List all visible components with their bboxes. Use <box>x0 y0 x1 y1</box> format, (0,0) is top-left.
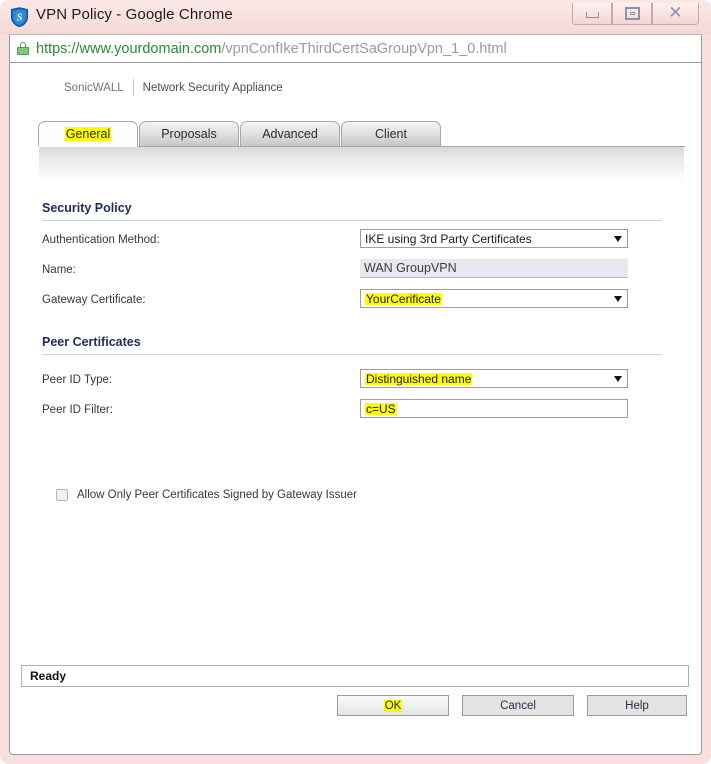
ok-button-label: OK <box>383 699 403 712</box>
peer-id-filter-value: c=US <box>365 401 397 416</box>
name-readonly-field: WAN GroupVPN <box>360 259 628 278</box>
help-button[interactable]: Help <box>587 695 687 716</box>
section-header-peer-certificates: Peer Certificates <box>42 335 662 355</box>
help-button-label: Help <box>625 699 649 712</box>
tab-strip: General Proposals Advanced Client <box>38 121 458 147</box>
label-peer-id-filter: Peer ID Filter: <box>42 404 113 416</box>
close-icon: ✕ <box>668 3 683 23</box>
peer-id-type-select[interactable]: Distinguished name <box>360 369 628 388</box>
page-content: SonicWALL Network Security Appliance Gen… <box>9 63 702 755</box>
label-gateway-certificate: Gateway Certificate: <box>42 294 146 306</box>
maximize-icon <box>624 7 640 20</box>
chevron-down-icon <box>614 235 622 242</box>
address-bar[interactable]: https://www.yourdomain.com/vpnConfIkeThi… <box>9 34 702 63</box>
ok-button[interactable]: OK <box>337 695 449 716</box>
address-bar-text: https://www.yourdomain.com/vpnConfIkeThi… <box>36 41 507 57</box>
peer-id-filter-input[interactable]: c=US <box>360 399 628 418</box>
title-bar: S VPN Policy - Google Chrome ✕ <box>0 0 711 34</box>
brand-divider <box>132 79 134 96</box>
label-name: Name: <box>42 264 76 276</box>
tab-advanced-label: Advanced <box>262 127 318 141</box>
peer-id-type-value: Distinguished name <box>365 371 473 386</box>
cancel-button-label: Cancel <box>500 699 536 712</box>
label-peer-id-type: Peer ID Type: <box>42 374 113 386</box>
allow-only-signed-checkbox[interactable] <box>56 489 68 501</box>
allow-only-signed-label: Allow Only Peer Certificates Signed by G… <box>77 489 357 501</box>
tab-general-label: General <box>64 127 112 141</box>
field-name: WAN GroupVPN <box>360 259 628 278</box>
minimize-icon <box>585 11 599 18</box>
minimize-button[interactable] <box>572 3 612 25</box>
sonicwall-shield-icon: S <box>10 7 29 28</box>
authentication-method-value: IKE using 3rd Party Certificates <box>365 231 532 246</box>
brand-header: SonicWALL Network Security Appliance <box>64 79 283 96</box>
gateway-certificate-value: YourCerificate <box>365 291 442 306</box>
browser-window: S VPN Policy - Google Chrome ✕ https://w… <box>0 0 711 764</box>
maximize-button[interactable] <box>612 3 652 25</box>
gateway-certificate-select[interactable]: YourCerificate <box>360 289 628 308</box>
url-host: https://www.yourdomain.com <box>36 40 222 57</box>
field-peer-id-type[interactable]: Distinguished name <box>360 369 628 388</box>
tab-proposals[interactable]: Proposals <box>139 121 239 147</box>
authentication-method-select[interactable]: IKE using 3rd Party Certificates <box>360 229 628 248</box>
tab-general[interactable]: General <box>38 121 138 147</box>
tab-advanced[interactable]: Advanced <box>240 121 340 147</box>
field-peer-id-filter[interactable]: c=US <box>360 399 628 418</box>
name-value: WAN GroupVPN <box>364 260 457 275</box>
status-bar: Ready <box>21 665 689 687</box>
chevron-down-icon <box>614 295 622 302</box>
status-text: Ready <box>30 669 67 683</box>
field-gateway-certificate[interactable]: YourCerificate <box>360 289 628 308</box>
label-authentication-method: Authentication Method: <box>42 234 160 246</box>
lock-icon <box>17 42 29 55</box>
brand-product: Network Security Appliance <box>142 81 283 94</box>
tab-client-label: Client <box>375 127 407 141</box>
url-path: /vpnConfIkeThirdCertSaGroupVpn_1_0.html <box>221 40 507 57</box>
tab-proposals-label: Proposals <box>161 127 217 141</box>
allow-only-signed-row[interactable]: Allow Only Peer Certificates Signed by G… <box>56 489 357 501</box>
svg-text:S: S <box>17 12 23 23</box>
window-title: VPN Policy - Google Chrome <box>36 6 233 23</box>
close-button[interactable]: ✕ <box>652 3 699 25</box>
tab-client[interactable]: Client <box>341 121 441 147</box>
field-authentication-method[interactable]: IKE using 3rd Party Certificates <box>360 229 628 248</box>
tab-content-gradient <box>39 147 684 185</box>
chevron-down-icon <box>614 375 622 382</box>
cancel-button[interactable]: Cancel <box>462 695 574 716</box>
section-header-security-policy: Security Policy <box>42 201 662 221</box>
brand-vendor: SonicWALL <box>64 81 124 94</box>
